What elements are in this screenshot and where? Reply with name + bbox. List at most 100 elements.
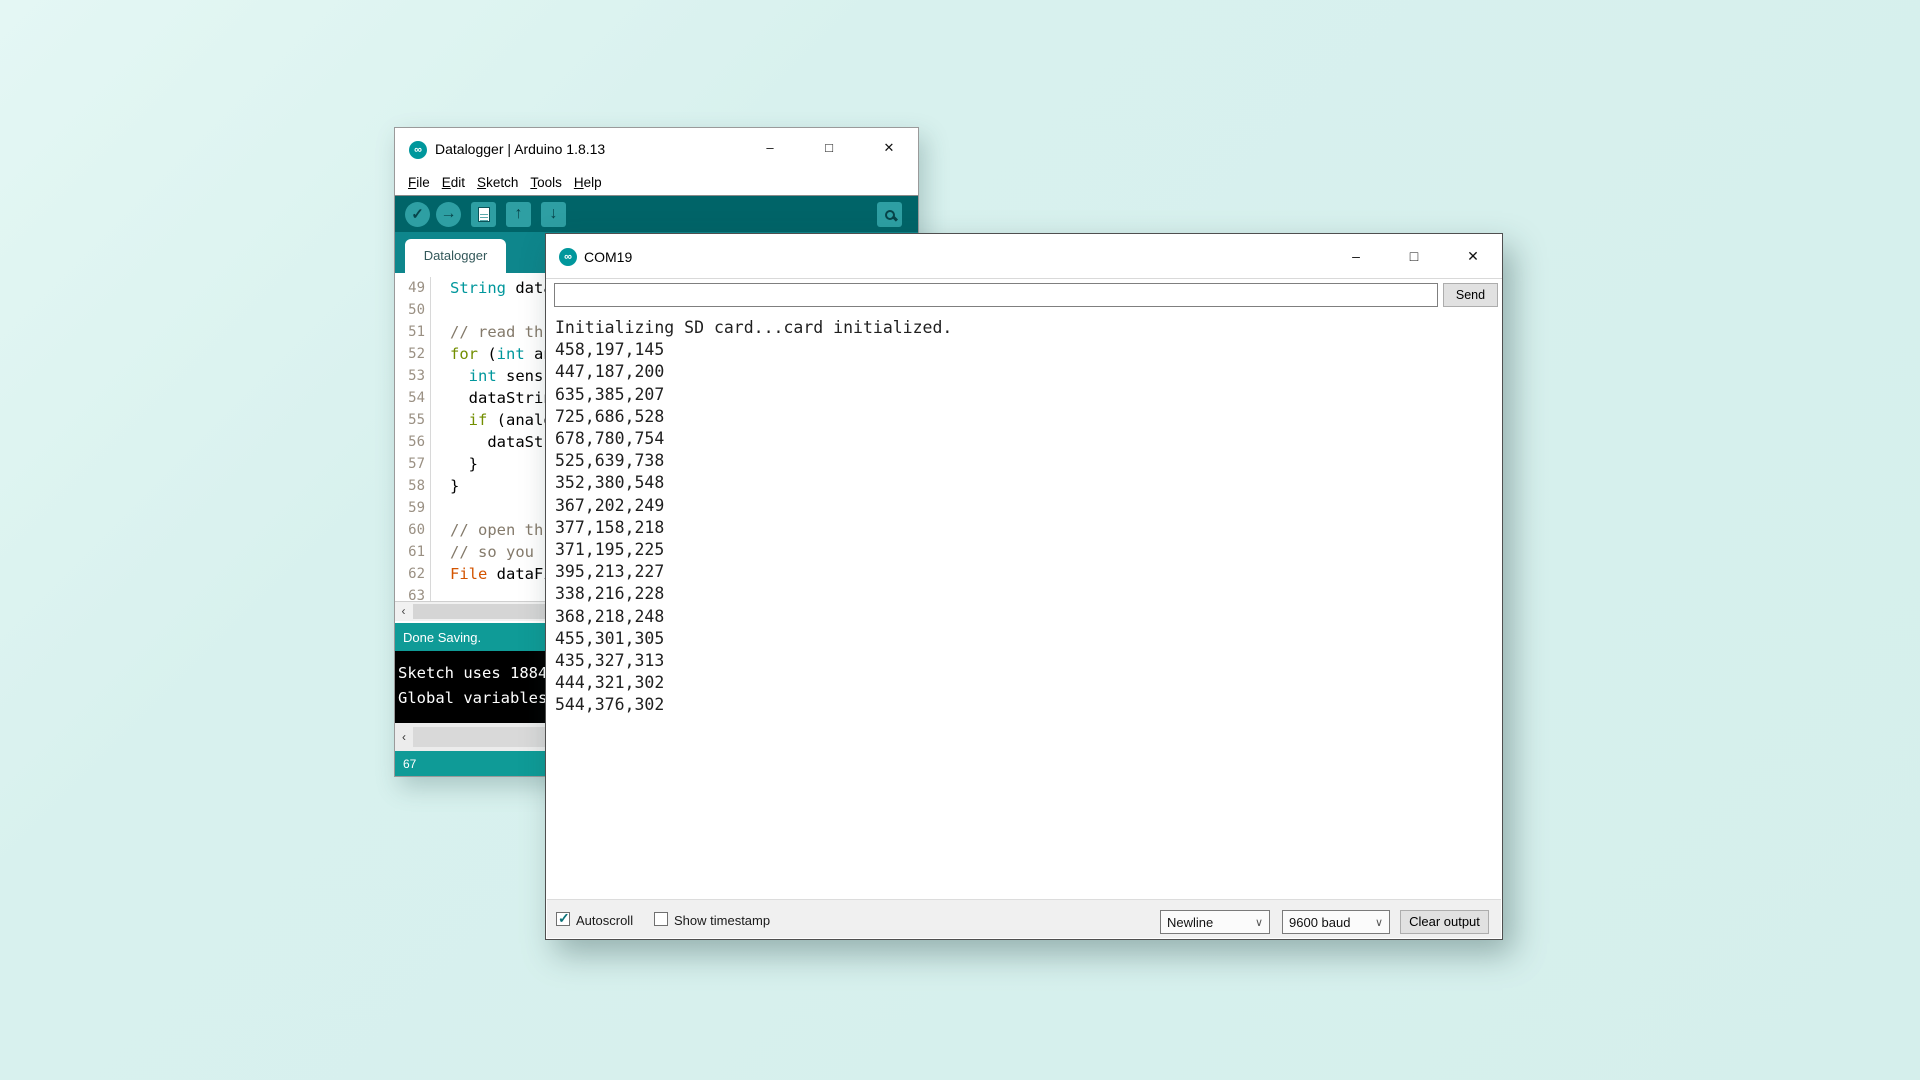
baud-rate-dropdown[interactable]: 9600 baud ∨ <box>1282 910 1390 934</box>
serial-output-line: 395,213,227 <box>555 561 1501 583</box>
serial-output-line: 455,301,305 <box>555 628 1501 650</box>
serial-output-area[interactable]: Initializing SD card...card initialized.… <box>547 310 1501 899</box>
menu-item-tools[interactable]: Tools <box>524 173 568 192</box>
serial-minimize-button[interactable]: – <box>1339 234 1373 278</box>
line-number: 51 <box>395 321 425 343</box>
code-text: if (analo <box>431 409 553 431</box>
serial-output-line: 525,639,738 <box>555 450 1501 472</box>
ide-toolbar: ✓ → ↑ ↓ <box>395 195 918 232</box>
serial-output-line: Initializing SD card...card initialized. <box>555 317 1501 339</box>
console-scroll-left-arrow-icon[interactable]: ‹ <box>397 728 411 746</box>
code-text <box>431 585 450 601</box>
serial-close-button[interactable]: ✕ <box>1456 234 1490 278</box>
upload-button[interactable]: → <box>436 202 461 227</box>
code-text: } <box>431 453 478 475</box>
serial-maximize-button[interactable]: □ <box>1397 234 1431 278</box>
code-text <box>431 299 450 321</box>
serial-output-line: 371,195,225 <box>555 539 1501 561</box>
serial-monitor-window: ∞ COM19 – □ ✕ Send Initializing SD card.… <box>545 233 1503 940</box>
code-text: // open th <box>431 519 543 541</box>
line-number: 60 <box>395 519 425 541</box>
serial-monitor-button[interactable] <box>877 202 902 227</box>
serial-output-line: 435,327,313 <box>555 650 1501 672</box>
line-number: 54 <box>395 387 425 409</box>
cursor-line-indicator: 67 <box>403 757 416 771</box>
line-number: 62 <box>395 563 425 585</box>
serial-window-title: COM19 <box>584 249 632 265</box>
serial-input-row: Send <box>546 279 1502 309</box>
serial-bottom-bar: ✓ Autoscroll Show timestamp Newline ∨ 96… <box>547 899 1501 938</box>
line-number: 58 <box>395 475 425 497</box>
serial-output-line: 352,380,548 <box>555 472 1501 494</box>
autoscroll-label: Autoscroll <box>576 913 633 928</box>
ide-window-title: Datalogger | Arduino 1.8.13 <box>435 141 605 157</box>
baud-rate-value: 9600 baud <box>1289 915 1350 930</box>
menu-item-help[interactable]: Help <box>568 173 608 192</box>
line-number: 49 <box>395 277 425 299</box>
verify-button[interactable]: ✓ <box>405 202 430 227</box>
ide-maximize-button[interactable]: □ <box>812 128 846 168</box>
code-text: // so you <box>431 541 543 563</box>
line-number: 63 <box>395 585 425 601</box>
serial-output-line: 338,216,228 <box>555 583 1501 605</box>
chevron-down-icon: ∨ <box>1375 916 1383 929</box>
code-text <box>431 497 450 519</box>
autoscroll-checkbox[interactable]: ✓ <box>556 912 570 926</box>
magnifier-icon <box>885 210 895 220</box>
upload-arrow-icon: → <box>441 206 457 222</box>
code-text: File dataFi <box>431 563 553 585</box>
serial-output-line: 368,218,248 <box>555 606 1501 628</box>
ide-minimize-button[interactable]: – <box>753 128 787 168</box>
serial-output-line: 544,376,302 <box>555 694 1501 716</box>
checkmark-icon: ✓ <box>558 910 570 927</box>
save-sketch-button[interactable]: ↓ <box>541 202 566 227</box>
scroll-left-arrow-icon[interactable]: ‹ <box>395 602 412 621</box>
line-number: 57 <box>395 453 425 475</box>
code-text: String data <box>431 277 553 299</box>
code-text: int sens <box>431 365 543 387</box>
line-number: 53 <box>395 365 425 387</box>
line-ending-value: Newline <box>1167 915 1213 930</box>
verify-check-icon: ✓ <box>411 205 424 223</box>
arduino-logo-icon: ∞ <box>409 141 427 159</box>
new-sketch-button[interactable] <box>471 202 496 227</box>
new-document-icon <box>478 207 490 222</box>
open-sketch-button[interactable]: ↑ <box>506 202 531 227</box>
send-button[interactable]: Send <box>1443 283 1498 307</box>
serial-output-line: 635,385,207 <box>555 384 1501 406</box>
ide-menubar: FileEditSketchToolsHelp <box>395 170 918 195</box>
serial-output-line: 377,158,218 <box>555 517 1501 539</box>
serial-titlebar[interactable]: ∞ COM19 – □ ✕ <box>546 234 1502 279</box>
arduino-logo-icon: ∞ <box>559 248 577 266</box>
serial-output-line: 444,321,302 <box>555 672 1501 694</box>
save-down-arrow-icon: ↓ <box>550 206 558 222</box>
ide-close-button[interactable]: ✕ <box>872 128 906 168</box>
line-number: 61 <box>395 541 425 563</box>
serial-output-line: 458,197,145 <box>555 339 1501 361</box>
line-number: 59 <box>395 497 425 519</box>
tab-datalogger[interactable]: Datalogger <box>405 239 506 273</box>
menu-item-edit[interactable]: Edit <box>436 173 471 192</box>
code-text: for (int an <box>431 343 553 365</box>
line-number: 55 <box>395 409 425 431</box>
line-ending-dropdown[interactable]: Newline ∨ <box>1160 910 1270 934</box>
line-number: 50 <box>395 299 425 321</box>
code-text: dataSt <box>431 431 543 453</box>
clear-output-button[interactable]: Clear output <box>1400 910 1489 934</box>
status-message: Done Saving. <box>403 630 481 645</box>
line-number: 52 <box>395 343 425 365</box>
serial-output-line: 447,187,200 <box>555 361 1501 383</box>
code-text: dataStrin <box>431 387 553 409</box>
code-text: } <box>431 475 459 497</box>
menu-item-file[interactable]: File <box>402 173 436 192</box>
open-up-arrow-icon: ↑ <box>515 206 523 222</box>
line-number: 56 <box>395 431 425 453</box>
serial-output-line: 725,686,528 <box>555 406 1501 428</box>
serial-message-input[interactable] <box>554 283 1438 307</box>
ide-titlebar[interactable]: ∞ Datalogger | Arduino 1.8.13 – □ ✕ <box>395 128 918 170</box>
serial-output-line: 367,202,249 <box>555 495 1501 517</box>
menu-item-sketch[interactable]: Sketch <box>471 173 524 192</box>
show-timestamp-checkbox[interactable] <box>654 912 668 926</box>
chevron-down-icon: ∨ <box>1255 916 1263 929</box>
serial-output-line: 678,780,754 <box>555 428 1501 450</box>
